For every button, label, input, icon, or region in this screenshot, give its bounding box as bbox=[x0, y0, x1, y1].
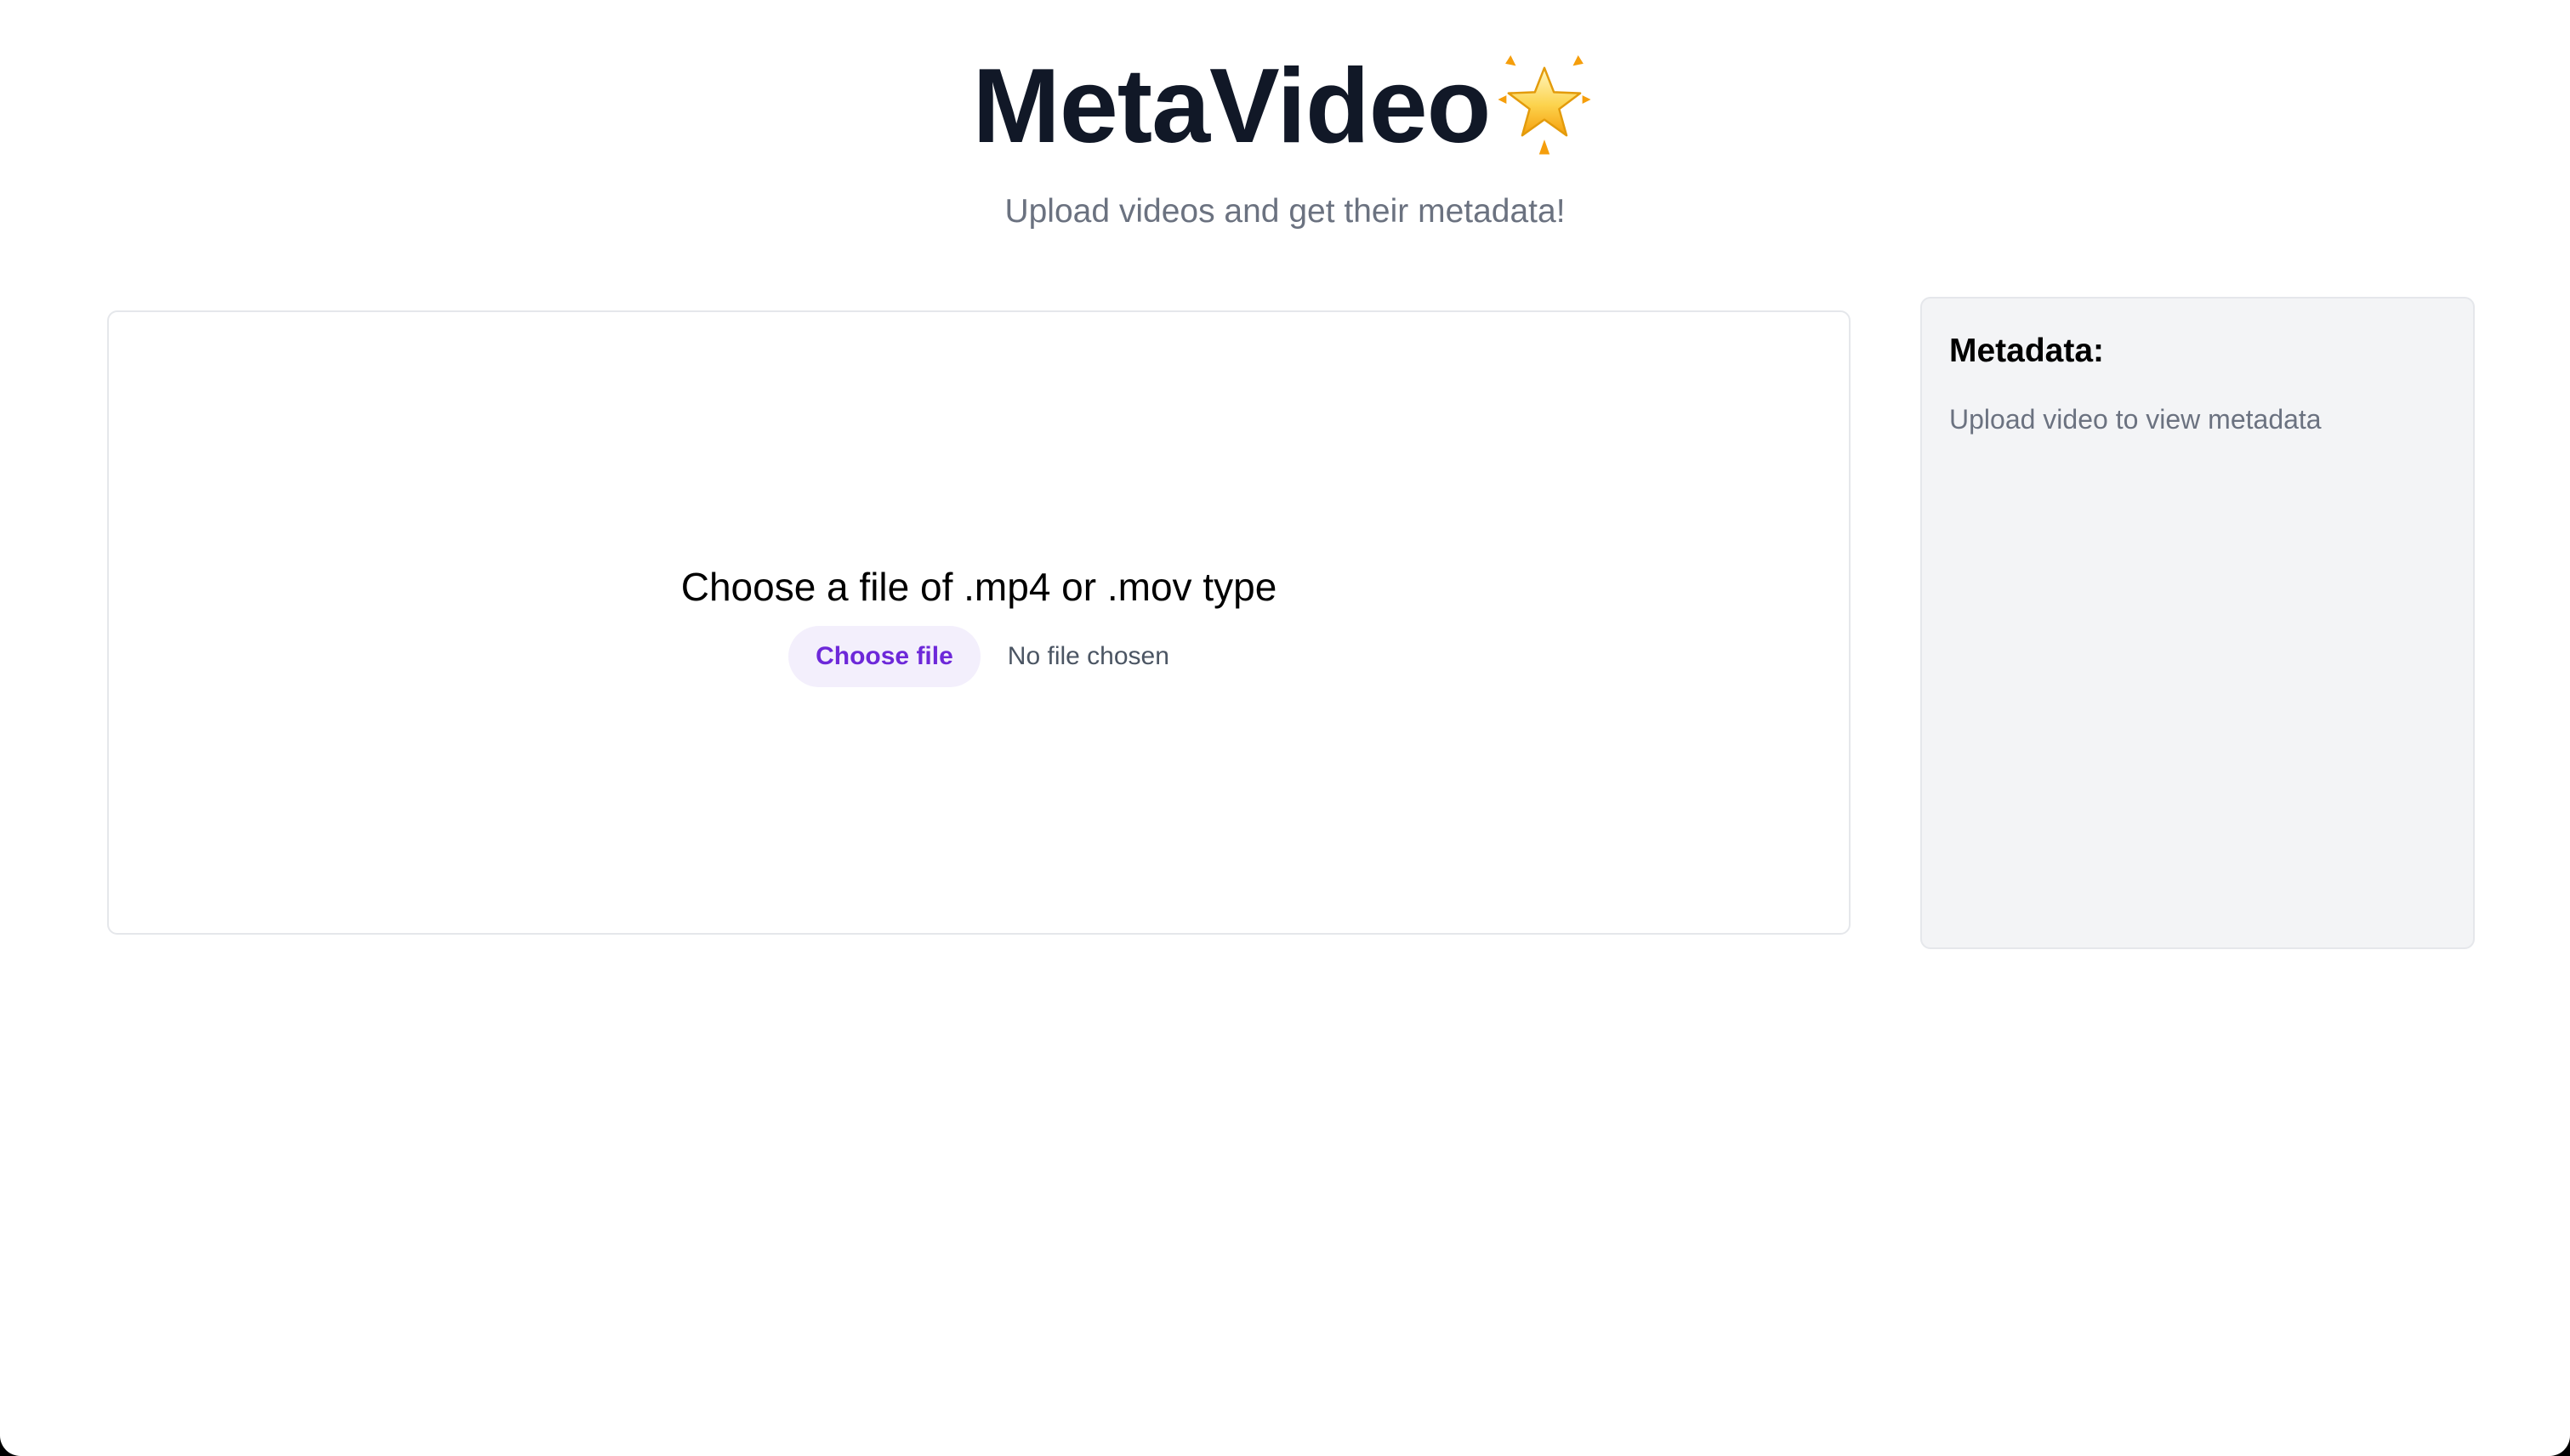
upload-area: Choose a file of .mp4 or .mov type Choos… bbox=[109, 563, 1849, 687]
file-input[interactable]: Choose file No file chosen bbox=[788, 626, 1169, 687]
page-subtitle: Upload videos and get their metadata! bbox=[1004, 193, 1566, 230]
glowing-star-icon bbox=[1498, 54, 1591, 155]
app-page: MetaVideo Upload videos and get their me… bbox=[0, 0, 2570, 1456]
app-title: MetaVideo bbox=[972, 48, 1492, 165]
metadata-panel: Metadata: Upload video to view metadata bbox=[1920, 297, 2475, 949]
title-row: MetaVideo bbox=[973, 43, 1598, 170]
metadata-title: Metadata: bbox=[1949, 333, 2105, 369]
choose-file-button[interactable]: Choose file bbox=[788, 626, 981, 687]
upload-panel: Choose a file of .mp4 or .mov type Choos… bbox=[107, 310, 1851, 935]
app-header: MetaVideo Upload videos and get their me… bbox=[0, 43, 2570, 233]
upload-prompt: Choose a file of .mp4 or .mov type bbox=[680, 565, 1277, 609]
metadata-empty-message: Upload video to view metadata bbox=[1949, 404, 2322, 435]
file-status-text: No file chosen bbox=[1007, 642, 1169, 670]
